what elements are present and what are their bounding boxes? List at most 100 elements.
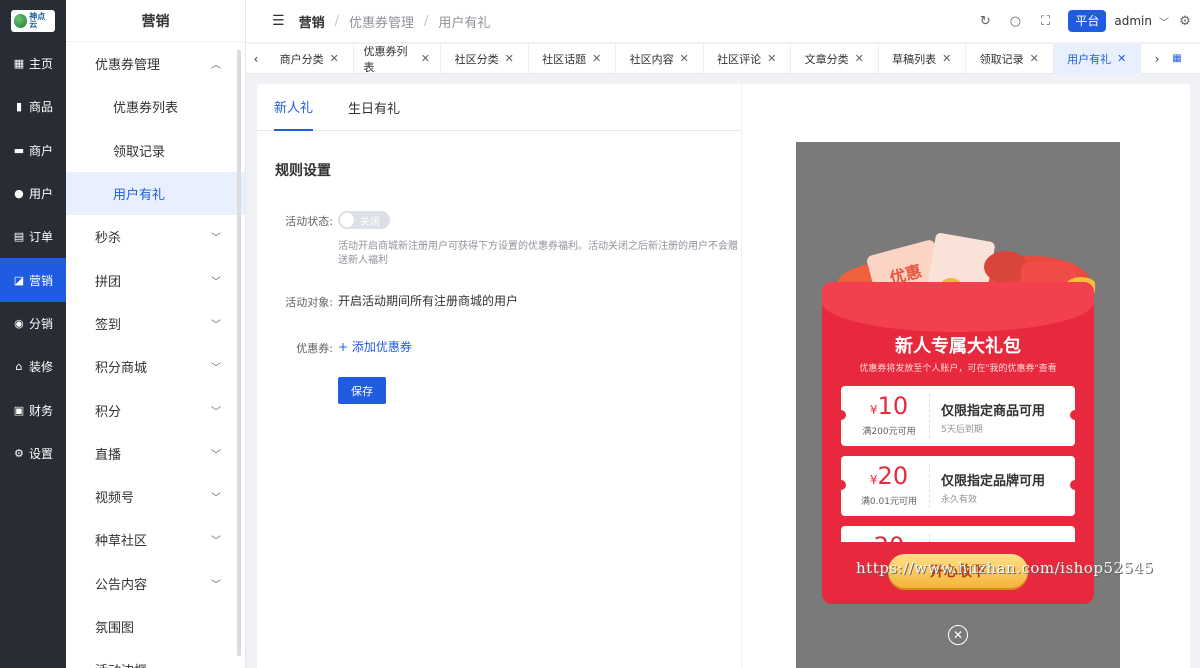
close-icon[interactable]: ✕ [421,52,430,65]
menu-fold-icon[interactable]: ☰ [272,13,285,29]
submenu-item[interactable]: 积分 ﹀ [66,388,245,431]
submenu-item[interactable]: 签到 ﹀ [66,302,245,345]
activity-status-switch[interactable]: 关闭 [338,211,390,229]
page-tab[interactable]: 优惠券列表 ✕ [354,43,441,74]
coupon-title: 仅限指定品牌可用 [941,474,1046,489]
submenu-item-label: 秒杀 [95,231,122,247]
submenu-group-coupon[interactable]: 优惠券管理 ︿ [66,42,245,85]
coupon-notch [1070,410,1080,420]
target-label: 活动对象: [285,296,333,309]
logo[interactable]: 神点云 [0,0,66,42]
page-tab[interactable]: 社区分类 ✕ [441,43,529,74]
tabs-scroll-left-icon[interactable]: ‹ [246,52,266,66]
rail-item[interactable]: ▮ 商品 [0,85,66,128]
submenu-item-label: 签到 [95,317,122,333]
tab-newcomer-gift[interactable]: 新人礼 [274,84,314,131]
page-tab-label: 文章分类 [804,52,849,66]
close-icon[interactable]: ✕ [1117,52,1126,65]
page-tab-label: 社区内容 [629,52,674,66]
switch-text: 关闭 [360,217,380,228]
content-divider [741,84,742,668]
close-icon[interactable]: ✕ [330,52,339,65]
top-header: ☰ 营销 / 优惠券管理 / 用户有礼 ↻ ○ ⛶ 平台 admin ﹀ ⚙ [246,0,1200,42]
bag-icon: ▮ [15,100,23,114]
submenu-items: 秒杀 ﹀ 拼团 ﹀ 签到 ﹀ 积分商城 ﹀ 积分 ﹀ 直播 ﹀ 视频号 ﹀ 种草社区 ﹀ 公告内容 ﹀ 氛围图活动边… [66,215,245,668]
page-tab[interactable]: 社区内容 ✕ [616,43,704,74]
close-icon[interactable]: ✕ [1030,52,1039,65]
page-tab-label: 草稿列表 [892,52,937,66]
platform-button[interactable]: 平台 [1068,10,1107,32]
close-icon[interactable]: ✕ [855,52,864,65]
page-tab[interactable]: 领取记录 ✕ [966,43,1054,74]
breadcrumb-item[interactable]: 优惠券管理 [349,12,414,31]
page-tab[interactable]: 草稿列表 ✕ [879,43,966,74]
page-tab[interactable]: 社区评论 ✕ [704,43,791,74]
rail-item[interactable]: ▦ 主页 [0,42,66,85]
user-icon: ● [14,187,24,201]
submenu-item[interactable]: 公告内容 ﹀ [66,562,245,605]
rail-item[interactable]: ▣ 财务 [0,388,66,431]
rail-item-label: 用户 [28,187,53,202]
status-help-text: 活动开启商城新注册用户可获得下方设置的优惠券福利。活动关闭之后新注册的用户不会赠… [338,241,738,266]
rail-item[interactable]: ⚙ 设置 [0,432,66,475]
coupon-notch [1070,480,1080,490]
add-coupon-link[interactable]: + 添加优惠券 [338,338,412,355]
tabs-scroll-right-icon[interactable]: › [1147,52,1167,66]
tabs-menu-icon[interactable]: ▦ [1167,53,1187,64]
submenu-item[interactable]: 积分商城 ﹀ [66,345,245,388]
submenu-child-item[interactable]: 用户有礼 [66,171,245,216]
coupon-card: ¥20 满0.01元可用 仅限指定品牌可用 永久有效 [836,456,1080,516]
submenu-child-item[interactable]: 优惠券列表 [66,85,245,128]
chevron-down-icon[interactable]: ﹀ [1158,14,1170,29]
submenu-item[interactable]: 活动边框 [66,648,245,668]
gear-icon[interactable]: ⚙ [1170,14,1200,29]
submenu-item[interactable]: 直播 ﹀ [66,432,245,475]
submenu-item[interactable]: 种草社区 ﹀ [66,518,245,561]
refresh-icon[interactable]: ↻ [970,14,1000,29]
rail-item[interactable]: ● 用户 [0,172,66,215]
rail-item-label: 装修 [28,360,53,375]
submenu-item[interactable]: 氛围图 [66,605,245,648]
rail-item[interactable]: ◉ 分销 [0,302,66,345]
close-icon[interactable]: ✕ [680,52,689,65]
admin-user-menu[interactable]: admin [1114,14,1152,28]
submenu-item[interactable]: 拼团 ﹀ [66,258,245,301]
page-tab[interactable]: 社区话题 ✕ [529,43,616,74]
coupon-notch [836,410,846,420]
close-icon[interactable]: ✕ [592,52,601,65]
page-tab[interactable]: 文章分类 ✕ [791,43,879,74]
page-tab-label: 社区分类 [454,52,499,66]
header-actions: ↻ ○ ⛶ 平台 admin ﹀ ⚙ [970,0,1200,42]
rail-item[interactable]: ⌂ 装修 [0,345,66,388]
submenu-item[interactable]: 视频号 ﹀ [66,475,245,518]
submenu-scrollbar[interactable] [237,50,241,656]
submenu-item-label: 积分 [95,404,122,420]
close-icon[interactable]: ✕ [948,625,968,645]
coupon-value: 10 [877,392,909,420]
close-icon[interactable]: ✕ [942,52,951,65]
submenu-item-label: 氛围图 [95,621,135,636]
coupon-card: ¥10 满200元可用 仅限指定商品可用 5天后到期 [836,386,1080,446]
close-icon[interactable]: ✕ [505,52,514,65]
coupon-amount: ¥20 [849,462,929,490]
search-icon[interactable]: ○ [1000,14,1030,29]
rail-item[interactable]: ◪ 营销 [0,258,66,302]
rail-item-label: 分销 [28,316,53,331]
submenu-item[interactable]: 秒杀 ﹀ [66,215,245,258]
tab-birthday-gift[interactable]: 生日有礼 [348,84,400,131]
submenu-item-label: 拼团 [95,274,122,290]
submenu-children: 优惠券列表 领取记录 用户有礼 [66,85,245,216]
breadcrumb-item[interactable]: 营销 [299,12,325,31]
secondary-menu: 营销 优惠券管理 ︿ 优惠券列表 领取记录 用户有礼 秒杀 ﹀ 拼团 ﹀ 签到 ﹀ 积分商城 ﹀ 积… [66,0,246,668]
gift-preview: 优惠 新人专属大礼包 优惠券将发放至个人账户，可在"我的优惠券"查看 ¥10 满2… [796,142,1120,668]
rail-item[interactable]: ▬ 商户 [0,129,66,172]
rail-item[interactable]: ▤ 订单 [0,215,66,258]
fullscreen-icon[interactable]: ⛶ [1030,14,1060,29]
page-tab[interactable]: 商户分类 ✕ [266,43,354,74]
chevron-up-icon: ︿ [211,60,221,72]
submenu-child-item[interactable]: 领取记录 [66,129,245,172]
page-tab-label: 社区评论 [717,52,762,66]
close-icon[interactable]: ✕ [767,52,776,65]
save-button[interactable]: 保存 [338,377,386,404]
page-tab[interactable]: 用户有礼 ✕ [1053,43,1141,74]
